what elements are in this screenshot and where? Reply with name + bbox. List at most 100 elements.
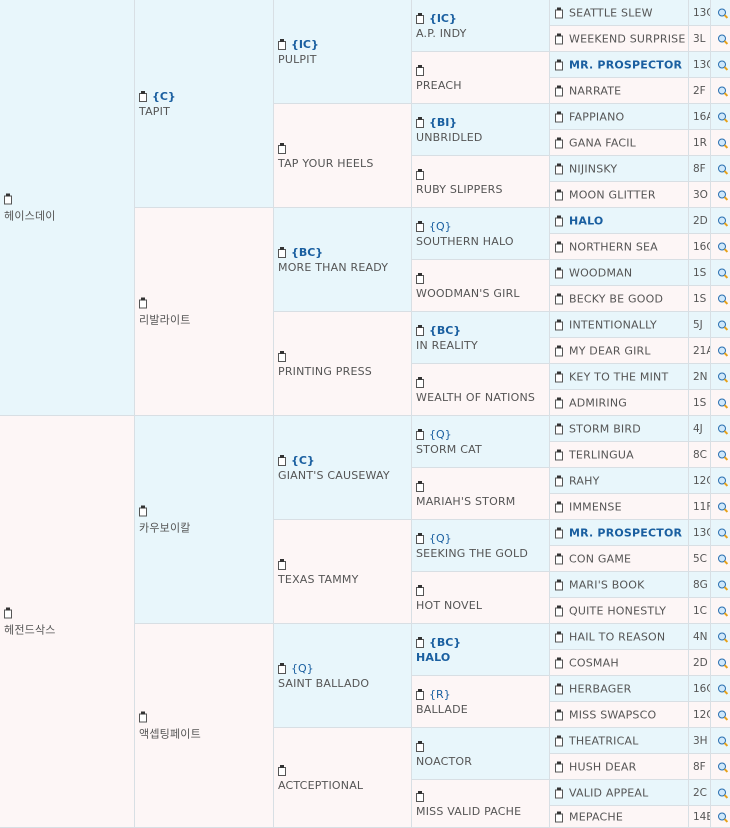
magnifier-icon[interactable]	[718, 424, 727, 433]
gen5-horse-cell[interactable]: FAPPIANO	[550, 104, 689, 130]
gen3-horse-cell[interactable]: {IC} PULPIT	[274, 0, 412, 104]
horse-name[interactable]: NORTHERN SEA	[569, 240, 658, 253]
clipboard-icon[interactable]	[139, 90, 148, 102]
clipboard-icon[interactable]	[555, 33, 564, 44]
magnifier-icon[interactable]	[718, 268, 727, 277]
clipboard-icon[interactable]	[278, 662, 287, 674]
magnifier-icon[interactable]	[718, 502, 727, 511]
horse-name[interactable]: THEATRICAL	[569, 734, 639, 747]
clipboard-icon[interactable]	[278, 142, 287, 154]
magnifier-icon[interactable]	[718, 346, 727, 355]
gen5-horse-cell[interactable]: WEEKEND SURPRISE	[550, 26, 689, 52]
gen4-horse-cell[interactable]: {BI} UNBRIDLED	[412, 104, 550, 156]
horse-name[interactable]: TAPIT	[139, 105, 271, 118]
gen5-horse-cell[interactable]: HAIL TO REASON	[550, 624, 689, 650]
clipboard-icon[interactable]	[4, 607, 13, 618]
gen2-horse-cell[interactable]: 액셉팅페이트	[135, 624, 274, 828]
horse-name[interactable]: SEATTLE SLEW	[569, 6, 653, 19]
magnifier-icon[interactable]	[718, 606, 727, 615]
clipboard-icon[interactable]	[555, 59, 564, 70]
magnifier-icon[interactable]	[718, 190, 727, 199]
horse-name[interactable]: INTENTIONALLY	[569, 318, 657, 331]
clipboard-icon[interactable]	[555, 449, 564, 460]
gen4-horse-cell[interactable]: WOODMAN'S GIRL	[412, 260, 550, 312]
search-cell[interactable]	[711, 260, 730, 286]
gen4-horse-cell[interactable]: {R} BALLADE	[412, 676, 550, 728]
clipboard-icon[interactable]	[416, 790, 425, 802]
horse-name[interactable]: FAPPIANO	[569, 110, 624, 123]
horse-name[interactable]: TAP YOUR HEELS	[278, 157, 409, 170]
gen5-horse-cell[interactable]: MOON GLITTER	[550, 182, 689, 208]
clipboard-icon[interactable]	[139, 711, 148, 722]
search-cell[interactable]	[711, 208, 730, 234]
magnifier-icon[interactable]	[718, 450, 727, 459]
horse-name[interactable]: WEALTH OF NATIONS	[416, 391, 547, 404]
clipboard-icon[interactable]	[555, 475, 564, 486]
clipboard-icon[interactable]	[555, 241, 564, 252]
clipboard-icon[interactable]	[278, 350, 287, 362]
gen3-horse-cell[interactable]: {BC} MORE THAN READY	[274, 208, 412, 312]
search-cell[interactable]	[711, 780, 730, 806]
clipboard-icon[interactable]	[555, 293, 564, 304]
clipboard-icon[interactable]	[555, 267, 564, 278]
clipboard-icon[interactable]	[555, 137, 564, 148]
horse-name[interactable]: MY DEAR GIRL	[569, 344, 651, 357]
horse-name[interactable]: SOUTHERN HALO	[416, 235, 547, 248]
gen5-horse-cell[interactable]: BECKY BE GOOD	[550, 286, 689, 312]
magnifier-icon[interactable]	[718, 632, 727, 641]
magnifier-icon[interactable]	[718, 216, 727, 225]
gen5-horse-cell[interactable]: MR. PROSPECTOR	[550, 520, 689, 546]
search-cell[interactable]	[711, 338, 730, 364]
gen5-horse-cell[interactable]: SEATTLE SLEW	[550, 0, 689, 26]
horse-name[interactable]: HERBAGER	[569, 682, 631, 695]
search-cell[interactable]	[711, 156, 730, 182]
magnifier-icon[interactable]	[718, 710, 727, 719]
magnifier-icon[interactable]	[718, 476, 727, 485]
search-cell[interactable]	[711, 806, 730, 828]
magnifier-icon[interactable]	[718, 34, 727, 43]
horse-name[interactable]: HAIL TO REASON	[569, 630, 665, 643]
magnifier-icon[interactable]	[718, 8, 727, 17]
horse-name[interactable]: VALID APPEAL	[569, 786, 648, 799]
horse-name[interactable]: HUSH DEAR	[569, 760, 636, 773]
horse-name[interactable]: SEEKING THE GOLD	[416, 547, 547, 560]
gen5-horse-cell[interactable]: HALO	[550, 208, 689, 234]
search-cell[interactable]	[711, 468, 730, 494]
horse-name[interactable]: PRINTING PRESS	[278, 365, 409, 378]
clipboard-icon[interactable]	[416, 12, 425, 24]
search-cell[interactable]	[711, 312, 730, 338]
magnifier-icon[interactable]	[718, 812, 727, 821]
clipboard-icon[interactable]	[278, 558, 287, 570]
clipboard-icon[interactable]	[416, 168, 425, 180]
horse-name[interactable]: STORM BIRD	[569, 422, 641, 435]
clipboard-icon[interactable]	[4, 193, 13, 204]
gen4-horse-cell[interactable]: {IC} A.P. INDY	[412, 0, 550, 52]
clipboard-icon[interactable]	[555, 111, 564, 122]
clipboard-icon[interactable]	[555, 189, 564, 200]
clipboard-icon[interactable]	[555, 319, 564, 330]
clipboard-icon[interactable]	[416, 428, 425, 440]
search-cell[interactable]	[711, 286, 730, 312]
gen5-horse-cell[interactable]: HUSH DEAR	[550, 754, 689, 780]
gen5-horse-cell[interactable]: QUITE HONESTLY	[550, 598, 689, 624]
horse-name[interactable]: HALO	[416, 651, 547, 664]
clipboard-icon[interactable]	[555, 605, 564, 616]
gen4-horse-cell[interactable]: HOT NOVEL	[412, 572, 550, 624]
magnifier-icon[interactable]	[718, 554, 727, 563]
magnifier-icon[interactable]	[718, 242, 727, 251]
clipboard-icon[interactable]	[555, 163, 564, 174]
horse-name[interactable]: 액셉팅페이트	[139, 725, 271, 741]
clipboard-icon[interactable]	[139, 297, 148, 308]
search-cell[interactable]	[711, 676, 730, 702]
horse-name[interactable]: ADMIRING	[569, 396, 627, 409]
clipboard-icon[interactable]	[416, 688, 425, 700]
gen4-horse-cell[interactable]: RUBY SLIPPERS	[412, 156, 550, 208]
gen5-horse-cell[interactable]: RAHY	[550, 468, 689, 494]
gen5-horse-cell[interactable]: IMMENSE	[550, 494, 689, 520]
search-cell[interactable]	[711, 754, 730, 780]
gen5-horse-cell[interactable]: THEATRICAL	[550, 728, 689, 754]
horse-name[interactable]: QUITE HONESTLY	[569, 604, 666, 617]
gen5-horse-cell[interactable]: STORM BIRD	[550, 416, 689, 442]
gen5-horse-cell[interactable]: MR. PROSPECTOR	[550, 52, 689, 78]
search-cell[interactable]	[711, 598, 730, 624]
